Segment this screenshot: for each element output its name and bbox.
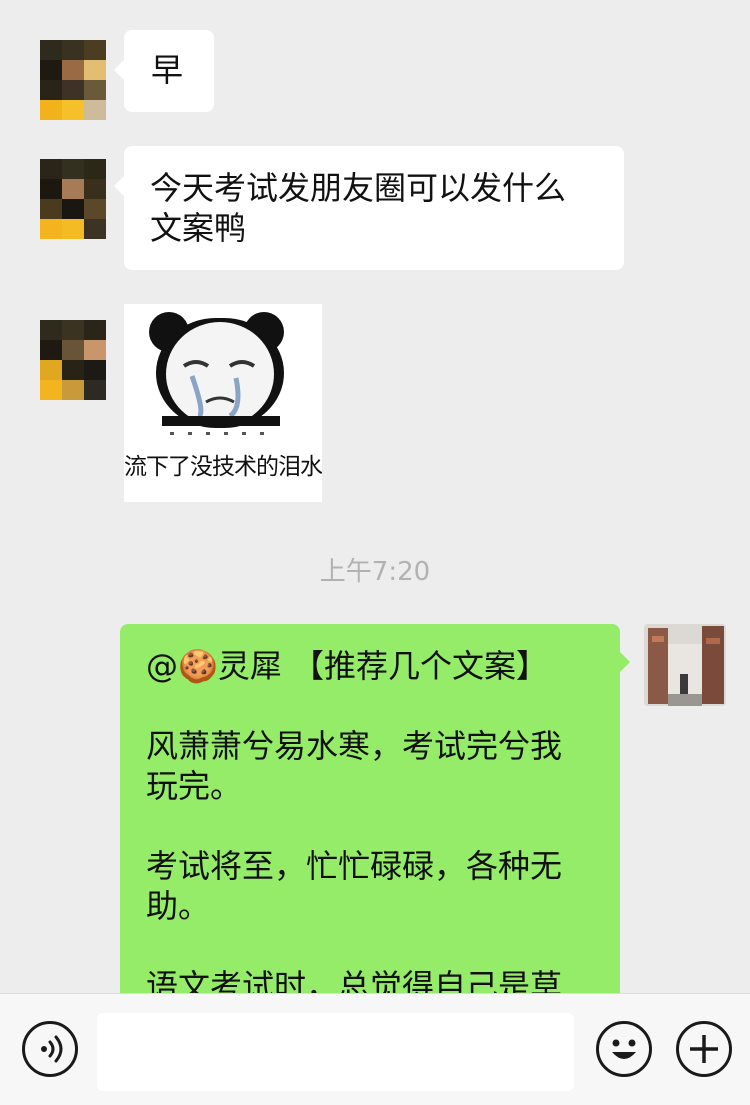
input-toolbar bbox=[0, 993, 750, 1105]
voice-icon bbox=[41, 1035, 63, 1063]
message-line: 玩完。 bbox=[146, 767, 243, 805]
message-title: 【推荐几个文案】 bbox=[292, 647, 549, 685]
message-line: 助。 bbox=[146, 887, 211, 925]
message-bubble[interactable]: 今天考试发朋友圈可以发什么 文案鸭 bbox=[114, 146, 624, 270]
add-button[interactable] bbox=[676, 1021, 732, 1077]
message-line: 考试将至，忙忙碌碌，各种无 bbox=[146, 847, 563, 885]
message-timestamp: 上午7:20 bbox=[319, 557, 431, 587]
contact-avatar[interactable] bbox=[40, 320, 106, 400]
message-line: 风萧萧兮易水寒，考试完兮我 bbox=[146, 727, 563, 765]
emoji-button[interactable] bbox=[596, 1021, 652, 1077]
voice-button[interactable] bbox=[22, 1021, 78, 1077]
contact-avatar[interactable] bbox=[40, 40, 106, 120]
sticker-caption: 流下了没技术的泪水 bbox=[124, 454, 322, 480]
panda-meme-sticker[interactable]: 流下了没技术的泪水 bbox=[124, 304, 322, 502]
temple-photo-image bbox=[644, 624, 726, 706]
chat-area: 早 今天考试发朋友圈可以发什么 文案鸭 流下了没技术的泪水 上午7:20 @🍪灵… bbox=[0, 0, 750, 993]
emoji-icon bbox=[612, 1039, 636, 1059]
message-line: 语文考试时，总觉得自己是草 bbox=[146, 967, 563, 993]
outgoing-message-bubble[interactable]: @🍪灵犀 【推荐几个文案】 风萧萧兮易水寒，考试完兮我 玩完。 考试将至，忙忙碌… bbox=[120, 624, 630, 993]
contact-avatar[interactable] bbox=[40, 159, 106, 239]
message-input[interactable] bbox=[97, 1013, 574, 1091]
self-avatar[interactable] bbox=[644, 624, 726, 706]
message-text: 早 bbox=[151, 51, 184, 89]
mention-text[interactable]: @🍪灵犀 bbox=[146, 647, 282, 685]
message-text: 文案鸭 bbox=[150, 209, 247, 247]
message-text: 今天考试发朋友圈可以发什么 bbox=[150, 169, 567, 207]
message-bubble[interactable]: 早 bbox=[114, 30, 214, 112]
plus-icon bbox=[690, 1035, 718, 1063]
